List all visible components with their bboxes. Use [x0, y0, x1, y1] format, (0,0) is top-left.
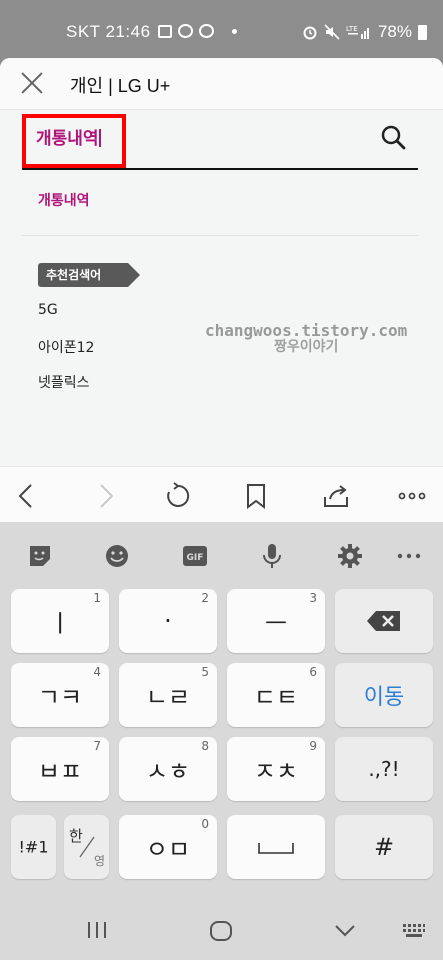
- search-bar[interactable]: 개통내역: [22, 110, 418, 170]
- key-label: ㅂㅍ: [37, 757, 83, 786]
- divider: [22, 235, 418, 236]
- sticker-icon[interactable]: [27, 543, 53, 569]
- back-icon[interactable]: [12, 481, 42, 511]
- lte-signal-icon: LTE: [346, 25, 369, 39]
- alarm-icon: [303, 26, 317, 40]
- punctuation-key-label: .,?!: [368, 757, 400, 781]
- key-label: ㄷㅌ: [253, 683, 299, 712]
- keyboard: GIF 1ㅣ 2 · 3ㅡ 4 ㄱㅋ 5 ㄴㄹ 6 ㄷㅌ 이동 7 ㅂㅍ 8 ㅅㅎ 9 ㅈㅊ …: [0, 522, 443, 902]
- search-sheet: 개인 | LG U+ 개통내역 개통내역 추천검색어 5G 아이폰12 넷플릭스…: [0, 58, 443, 522]
- key-vowel-i[interactable]: 1ㅣ: [11, 589, 109, 653]
- mute-icon: [324, 24, 340, 40]
- svg-text:LTE: LTE: [346, 25, 358, 33]
- key-siot-hieut[interactable]: 8 ㅅㅎ: [119, 737, 217, 801]
- key-label: ㅅㅎ: [145, 757, 191, 786]
- suggestion-item[interactable]: 개통내역: [38, 190, 90, 210]
- watermark: changwoos.tistory.com 짱우이야기: [205, 322, 407, 356]
- backspace-icon: [367, 611, 400, 631]
- recent-apps-icon[interactable]: [86, 920, 108, 940]
- home-icon[interactable]: [209, 920, 233, 942]
- svg-text:GIF: GIF: [187, 553, 204, 563]
- go-key-label: 이동: [363, 685, 405, 710]
- chat-icon: [178, 24, 193, 38]
- key-label: ㅈㅊ: [253, 757, 299, 786]
- key-giyeok-kieuk[interactable]: 4 ㄱㅋ: [11, 663, 109, 727]
- refresh-icon[interactable]: [163, 481, 193, 511]
- key-digeut-tieut[interactable]: 6 ㄷㅌ: [227, 663, 325, 727]
- lang-english-label: 영: [93, 854, 105, 868]
- key-number: 2: [201, 591, 209, 605]
- go-key[interactable]: 이동: [335, 663, 433, 727]
- space-icon: [258, 843, 294, 854]
- key-label: ㄱㅋ: [37, 683, 83, 712]
- microphone-icon[interactable]: [259, 543, 285, 569]
- key-label: ㄴㄹ: [145, 683, 191, 712]
- keyboard-switch-icon[interactable]: [402, 922, 426, 940]
- key-label: ㅣ: [48, 609, 72, 638]
- key-dot[interactable]: 2 ·: [119, 589, 217, 653]
- gif-icon[interactable]: GIF: [182, 543, 208, 569]
- more-options-icon[interactable]: [396, 543, 422, 569]
- search-icon[interactable]: [380, 124, 406, 150]
- navigation-bar: [0, 902, 443, 960]
- hide-keyboard-icon[interactable]: [333, 920, 357, 940]
- titlebar: 개인 | LG U+: [0, 58, 443, 110]
- key-nieun-rieul[interactable]: 5 ㄴㄹ: [119, 663, 217, 727]
- hash-key-label: #: [373, 833, 395, 861]
- backspace-key[interactable]: [335, 589, 433, 653]
- key-label: ·: [164, 607, 172, 635]
- key-label: ㅡ: [264, 609, 288, 638]
- close-icon[interactable]: [20, 71, 44, 95]
- key-bieup-pieup[interactable]: 7 ㅂㅍ: [11, 737, 109, 801]
- highlight-box: [22, 114, 126, 168]
- recommended-item-5g[interactable]: 5G: [38, 302, 58, 318]
- key-vowel-eu[interactable]: 3ㅡ: [227, 589, 325, 653]
- bookmark-icon[interactable]: [241, 481, 271, 511]
- symbols-key[interactable]: !#1: [11, 815, 56, 879]
- key-label: ㅇㅁ: [145, 835, 191, 864]
- image-icon: [158, 24, 172, 38]
- keyboard-toolbar: GIF: [0, 522, 443, 584]
- page-title: 개인 | LG U+: [70, 76, 171, 96]
- key-ieung-mieum[interactable]: 0 ㅇㅁ: [119, 815, 217, 879]
- key-jieut-chieut[interactable]: 9 ㅈㅊ: [227, 737, 325, 801]
- symbols-key-label: !#1: [18, 837, 49, 857]
- status-bar: SKT 21:46 LTE 78%: [0, 0, 443, 60]
- recommended-item-netflix[interactable]: 넷플릭스: [38, 372, 90, 392]
- talk-icon: [199, 24, 214, 38]
- watermark-line2: 짱우이야기: [273, 339, 339, 355]
- more-notifications-dot: [232, 28, 237, 34]
- punctuation-key[interactable]: .,?!: [335, 737, 433, 801]
- battery-level: 78%: [377, 22, 412, 41]
- settings-gear-icon[interactable]: [337, 543, 363, 569]
- battery-icon: [418, 24, 427, 40]
- emoji-icon[interactable]: [104, 543, 130, 569]
- forward-icon[interactable]: [90, 481, 120, 511]
- language-switch-key[interactable]: 한 영: [64, 815, 109, 879]
- recommended-badge: 추천검색어: [38, 263, 140, 287]
- share-icon[interactable]: [321, 481, 351, 511]
- more-icon[interactable]: [397, 481, 427, 511]
- recommended-item-iphone12[interactable]: 아이폰12: [38, 337, 94, 357]
- space-key[interactable]: [227, 815, 325, 879]
- browser-toolbar: [0, 466, 443, 522]
- carrier-time: SKT 21:46: [66, 22, 151, 41]
- watermark-line1: changwoos.tistory.com: [205, 321, 408, 340]
- hash-key[interactable]: #: [335, 815, 433, 879]
